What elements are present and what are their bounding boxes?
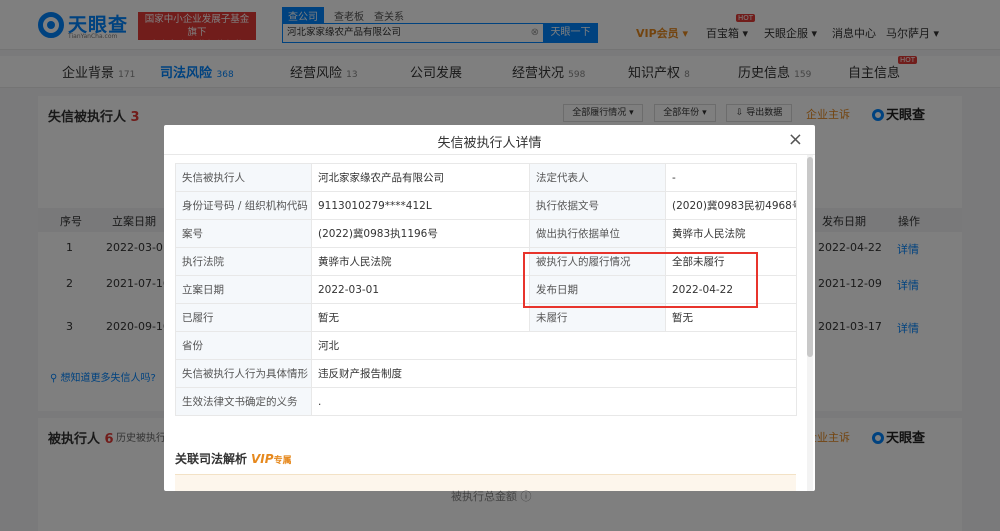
table-row: 生效法律文书确定的义务 . <box>175 387 797 416</box>
field-value: 黄骅市人民法院 <box>665 219 797 248</box>
table-row: 省份 河北 <box>175 331 797 360</box>
field-value: 违反财产报告制度 <box>311 359 797 388</box>
close-icon[interactable]: × <box>788 129 803 150</box>
field-label: 案号 <box>175 219 312 248</box>
related-judicial-title: 关联司法解析 VIP专属 <box>175 452 292 466</box>
table-row: 失信被执行人行为具体情形 违反财产报告制度 <box>175 359 797 388</box>
modal-title: 失信被执行人详情 <box>437 136 542 151</box>
table-row: 案号 (2022)冀0983执1196号 做出执行依据单位 黄骅市人民法院 <box>175 219 797 248</box>
field-value: 2022-03-01 <box>311 275 530 304</box>
table-row: 身份证号码 / 组织机构代码 9113010279****412L 执行依据文号… <box>175 191 797 220</box>
field-value: . <box>311 387 797 416</box>
field-value: (2022)冀0983执1196号 <box>311 219 530 248</box>
field-label: 法定代表人 <box>529 163 666 192</box>
field-value: 黄骅市人民法院 <box>311 247 530 276</box>
field-label: 身份证号码 / 组织机构代码 <box>175 191 312 220</box>
modal-header: 失信被执行人详情 × <box>164 125 815 155</box>
field-label: 执行法院 <box>175 247 312 276</box>
modal-scrollbar-thumb[interactable] <box>807 157 813 357</box>
field-label: 生效法律文书确定的义务 <box>175 387 312 416</box>
highlight-annotation-box <box>523 252 758 308</box>
field-label: 执行依据文号 <box>529 191 666 220</box>
field-value: - <box>665 163 797 192</box>
field-label: 失信被执行人 <box>175 163 312 192</box>
field-label: 省份 <box>175 331 312 360</box>
field-label: 做出执行依据单位 <box>529 219 666 248</box>
vip-badge: VIP专属 <box>251 452 292 466</box>
field-value: (2020)冀0983民初4968号 <box>665 191 797 220</box>
field-label: 已履行 <box>175 303 312 332</box>
field-value: 河北家家缘农产品有限公司 <box>311 163 530 192</box>
field-value: 河北 <box>311 331 797 360</box>
table-row: 失信被执行人 河北家家缘农产品有限公司 法定代表人 - <box>175 163 797 192</box>
dishonest-detail-modal: 失信被执行人详情 × 失信被执行人 河北家家缘农产品有限公司 法定代表人 - 身… <box>164 125 815 491</box>
field-value: 暂无 <box>311 303 530 332</box>
field-value: 9113010279****412L <box>311 191 530 220</box>
executed-total-amount-label: 被执行总金额 ⓘ <box>451 490 532 503</box>
field-label: 失信被执行人行为具体情形 <box>175 359 312 388</box>
field-label: 立案日期 <box>175 275 312 304</box>
